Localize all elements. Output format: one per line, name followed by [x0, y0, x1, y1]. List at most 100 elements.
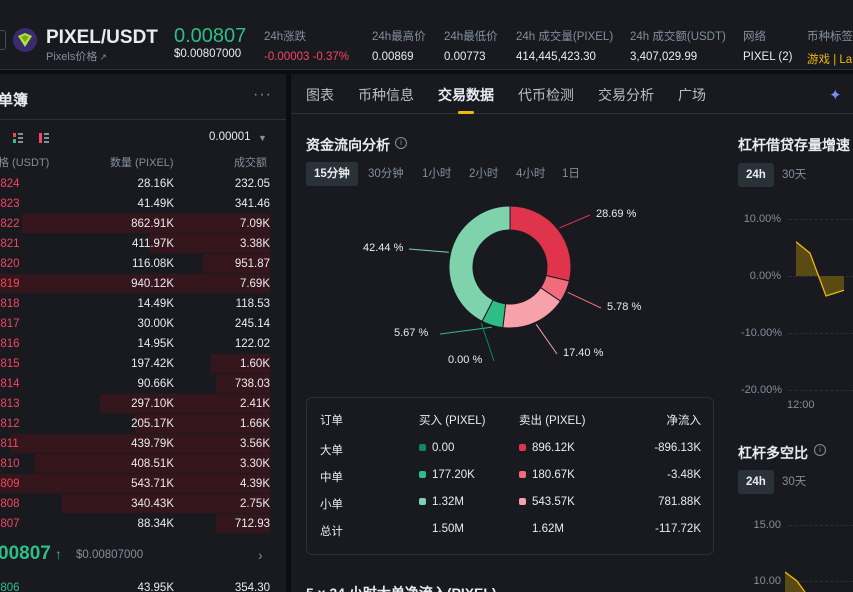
- long-short-tab-24h[interactable]: 24h: [738, 470, 774, 494]
- asks-only-view-icon[interactable]: [39, 133, 49, 143]
- ask-price: 0808: [0, 498, 20, 510]
- stat-value: 3,407,029.99: [630, 51, 698, 63]
- ask-row[interactable]: 0816 14.95K 122.02: [0, 334, 270, 354]
- ai-sparkle-icon[interactable]: ✦: [829, 86, 842, 104]
- y-tick: -10.00%: [741, 327, 782, 339]
- chevron-down-icon[interactable]: ▼: [258, 133, 267, 143]
- ask-row[interactable]: 0810 408.51K 3.30K: [0, 454, 270, 474]
- mid-price: 00807 ↑: [0, 543, 62, 564]
- ask-row[interactable]: 0808 340.43K 2.75K: [0, 494, 270, 514]
- legend-dot: [519, 471, 526, 478]
- stat-label: 币种标签: [807, 31, 853, 43]
- pixels-price-link[interactable]: Pixels价格 ↗: [46, 48, 107, 64]
- pair-name[interactable]: PIXEL/USDT: [46, 27, 158, 49]
- ask-row[interactable]: 0815 197.42K 1.60K: [0, 354, 270, 374]
- ask-price: 0812: [0, 418, 20, 430]
- ask-row[interactable]: 0818 14.49K 118.53: [0, 294, 270, 314]
- mid-price-usd: $0.00807000: [76, 549, 144, 561]
- ask-total: 3.56K: [239, 438, 270, 450]
- ask-price: 0820: [0, 258, 20, 270]
- ask-price: 0815: [0, 358, 20, 370]
- ask-row[interactable]: 0817 30.00K 245.14: [0, 314, 270, 334]
- ask-price: 0818: [0, 298, 20, 310]
- stat-label: 24h涨跌: [264, 31, 307, 43]
- ask-total: 951.87: [234, 258, 270, 270]
- slice-label: 28.69 %: [596, 208, 637, 220]
- leader-line: [567, 291, 602, 309]
- ask-total: 118.53: [235, 298, 270, 310]
- table-header: 卖出 (PIXEL): [519, 415, 586, 427]
- ask-row[interactable]: 0809 543.71K 4.39K: [0, 474, 270, 494]
- ask-total: 232.05: [234, 178, 270, 190]
- leader-line: [408, 248, 449, 253]
- ask-total: 712.93: [234, 518, 270, 530]
- table-row-name: 小单: [320, 499, 343, 511]
- margin-growth-title: 杠杆借贷存量增速: [738, 137, 850, 153]
- col-total: 成交额: [234, 157, 267, 169]
- y-tick: 15.00: [753, 519, 781, 531]
- sell-value: 543.57K: [532, 496, 575, 508]
- table-row-name: 中单: [320, 472, 343, 484]
- table-header: 净流入: [666, 415, 702, 427]
- ask-total: 341.46: [234, 198, 270, 210]
- ask-price: 0824: [0, 178, 20, 190]
- table-row-name: 总计: [320, 526, 343, 538]
- buy-value: 1.50M: [432, 523, 464, 535]
- more-icon[interactable]: ···: [253, 86, 272, 104]
- ask-total: 1.60K: [239, 358, 270, 370]
- ask-qty: 439.79K: [131, 438, 174, 450]
- y-tick: -20.00%: [741, 384, 782, 396]
- ask-price: 0811: [0, 438, 19, 450]
- long-short-chart: [785, 571, 806, 592]
- info-icon[interactable]: i: [814, 444, 826, 456]
- ask-row[interactable]: 0820 116.08K 951.87: [0, 254, 270, 274]
- ask-price: 0817: [0, 318, 20, 330]
- leader-line: [535, 324, 558, 355]
- slice-label: 0.00 %: [448, 354, 483, 366]
- long-short-tab-30d[interactable]: 30天: [774, 470, 814, 494]
- stat-label: 网络: [743, 31, 766, 43]
- area-fill: [796, 241, 844, 296]
- ask-total: 2.41K: [239, 398, 270, 410]
- long-short-title: 杠杆多空比: [738, 445, 808, 461]
- sell-value: 1.62M: [532, 523, 564, 535]
- ask-row[interactable]: 0813 297.10K 2.41K: [0, 394, 270, 414]
- y-tick: 10.00%: [743, 213, 781, 225]
- menu-button[interactable]: [0, 30, 6, 50]
- large-order-inflow-title: 5 x 24 小时大单净流入(PIXEL): [306, 583, 497, 592]
- ask-price: 0809: [0, 478, 20, 490]
- stat-0: 24h涨跌 -0.00003 -0.37%: [264, 28, 349, 63]
- y-tick: 0.00%: [749, 270, 781, 282]
- precision-select[interactable]: 0.00001: [209, 131, 251, 143]
- both-sides-view-icon[interactable]: [13, 133, 23, 143]
- ask-row[interactable]: 0824 28.16K 232.05: [0, 174, 270, 194]
- ask-row[interactable]: 0821 411.97K 3.38K: [0, 234, 270, 254]
- y-tick: 10.00: [753, 575, 781, 587]
- bid-row[interactable]: 0806 43.95K 354.30: [0, 578, 270, 592]
- stat-2: 24h最低价 0.00773: [444, 28, 498, 63]
- ask-row[interactable]: 0819 940.12K 7.69K: [0, 274, 270, 294]
- ask-row[interactable]: 0823 41.49K 341.46: [0, 194, 270, 214]
- buy-value: 1.32M: [432, 496, 464, 508]
- slice-label: 5.67 %: [394, 327, 429, 339]
- ask-total: 245.14: [234, 318, 270, 330]
- table-header: 买入 (PIXEL): [419, 415, 486, 427]
- stat-label: 24h 成交量(PIXEL): [516, 31, 614, 43]
- ask-row[interactable]: 0814 90.66K 738.03: [0, 374, 270, 394]
- leader-line: [480, 322, 495, 362]
- margin-growth-tab-24h[interactable]: 24h: [738, 163, 774, 187]
- ask-total: 2.75K: [239, 498, 270, 510]
- chevron-right-icon[interactable]: ›: [258, 547, 263, 563]
- slice-label: 17.40 %: [563, 347, 604, 359]
- ask-row[interactable]: 0822 862.91K 7.09K: [0, 214, 270, 234]
- ask-row[interactable]: 0812 205.17K 1.66K: [0, 414, 270, 434]
- ask-qty: 90.66K: [137, 378, 174, 390]
- ask-price: 0823: [0, 198, 20, 210]
- fund-flow-donut: [408, 205, 602, 362]
- margin-growth-tab-30d[interactable]: 30天: [774, 163, 814, 187]
- col-qty: 数量 (PIXEL): [110, 157, 174, 169]
- ask-qty: 41.49K: [137, 198, 174, 210]
- sell-value: 180.67K: [532, 469, 575, 481]
- ask-row[interactable]: 0807 88.34K 712.93: [0, 514, 270, 534]
- ask-row[interactable]: 0811 439.79K 3.56K: [0, 434, 270, 454]
